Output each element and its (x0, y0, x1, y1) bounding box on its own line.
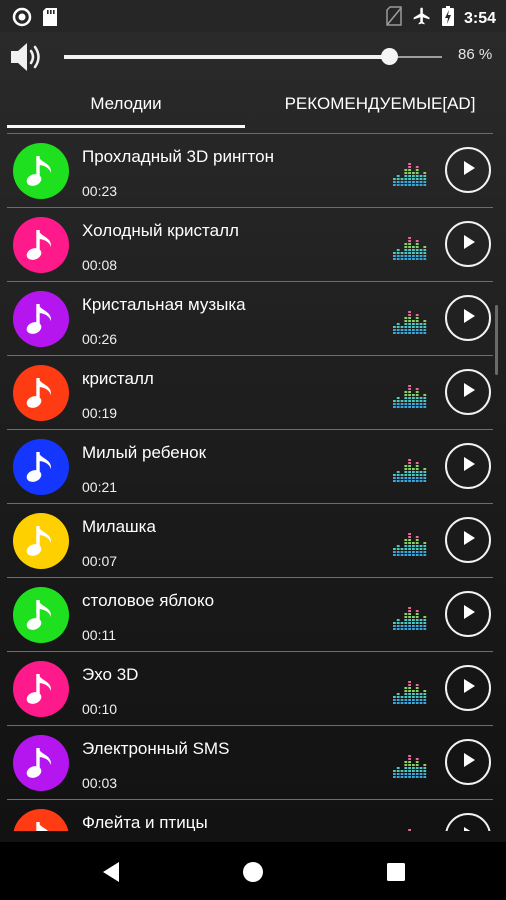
play-button[interactable] (445, 147, 491, 193)
ringtone-title: Кристальная музыка (82, 295, 246, 314)
music-note-icon (13, 217, 69, 273)
play-button[interactable] (445, 295, 491, 341)
volume-slider-thumb[interactable] (381, 48, 399, 65)
navigation-bar (0, 842, 506, 900)
ringtone-duration: 00:07 (82, 553, 118, 569)
list-item[interactable]: Холодный кристалл 00:08 (7, 208, 493, 282)
play-icon (459, 529, 477, 552)
play-button[interactable] (445, 591, 491, 637)
list-item[interactable]: Кристальная музыка 00:26 (7, 282, 493, 356)
music-note-icon (13, 809, 69, 831)
ringtone-title: столовое яблоко (82, 591, 215, 610)
music-note-icon (13, 587, 69, 643)
ringtone-title: Электронный SMS (82, 739, 230, 758)
play-icon (459, 603, 477, 626)
ringtone-duration: 00:19 (82, 405, 118, 421)
status-time: 3:54 (463, 9, 496, 27)
play-icon (459, 307, 477, 330)
play-icon (459, 233, 477, 256)
play-icon (459, 825, 477, 831)
back-icon[interactable] (98, 859, 124, 885)
ringtone-list[interactable]: Прохладный 3D рингтон 00:23 Холодный крист… (7, 133, 493, 831)
play-button[interactable] (445, 443, 491, 489)
ringtone-duration: 00:23 (82, 183, 118, 199)
tab-bar: Мелодии РЕКОМЕНДУЕМЫЕ[AD] (0, 82, 506, 128)
equalizer-icon (393, 380, 427, 413)
ringtone-title: кристалл (82, 369, 154, 388)
airplane-icon (412, 6, 432, 31)
ringtone-title: Прохладный 3D рингтон (82, 147, 274, 166)
battery-charging-icon (441, 6, 454, 31)
sd-card-icon (42, 7, 58, 32)
ringtone-duration: 00:03 (82, 775, 118, 791)
speaker-volume-icon[interactable] (8, 40, 46, 79)
equalizer-icon (393, 676, 427, 709)
play-icon (459, 677, 477, 700)
list-item[interactable]: Флейта и птицы (7, 800, 493, 831)
music-note-icon (13, 735, 69, 791)
music-note-icon (13, 513, 69, 569)
ringtone-duration: 00:08 (82, 257, 118, 273)
equalizer-icon (393, 824, 427, 831)
play-icon (459, 455, 477, 478)
music-note-icon (13, 143, 69, 199)
tab-recommended[interactable]: РЕКОМЕНДУЕМЫЕ[AD] (262, 82, 498, 128)
list-item[interactable]: Эхо 3D 00:10 (7, 652, 493, 726)
list-item[interactable]: Милый ребенок 00:21 (7, 430, 493, 504)
music-note-icon (13, 439, 69, 495)
ringtone-duration: 00:21 (82, 479, 118, 495)
recents-icon[interactable] (383, 859, 409, 885)
volume-slider[interactable] (64, 48, 442, 65)
play-button[interactable] (445, 369, 491, 415)
home-icon[interactable] (240, 859, 266, 885)
list-item[interactable]: Электронный SMS 00:03 (7, 726, 493, 800)
ringtone-title: Холодный кристалл (82, 221, 239, 240)
ringtone-duration: 00:10 (82, 701, 118, 717)
volume-slider-fill (64, 55, 390, 59)
music-note-icon (13, 291, 69, 347)
tab-indicator (7, 125, 245, 128)
equalizer-icon (393, 158, 427, 191)
play-button[interactable] (445, 665, 491, 711)
equalizer-icon (393, 528, 427, 561)
ringtone-title: Флейта и птицы (82, 813, 208, 831)
volume-percent: 86 % (458, 46, 493, 63)
equalizer-icon (393, 232, 427, 265)
play-icon (459, 381, 477, 404)
equalizer-icon (393, 750, 427, 783)
music-note-icon (13, 365, 69, 421)
play-icon (459, 159, 477, 182)
ringtone-title: Эхо 3D (82, 665, 139, 684)
list-item[interactable]: кристалл 00:19 (7, 356, 493, 430)
play-icon (459, 751, 477, 774)
ringtone-duration: 00:26 (82, 331, 118, 347)
play-button[interactable] (445, 517, 491, 563)
list-item[interactable]: Прохладный 3D рингтон 00:23 (7, 134, 493, 208)
equalizer-icon (393, 454, 427, 487)
status-bar: 3:54 (0, 0, 506, 32)
equalizer-icon (393, 306, 427, 339)
ringtone-title: Милашка (82, 517, 156, 536)
play-button[interactable] (445, 221, 491, 267)
scrollbar-thumb[interactable] (495, 305, 498, 375)
equalizer-icon (393, 602, 427, 635)
play-button[interactable] (445, 813, 491, 831)
no-sim-icon (386, 6, 402, 31)
volume-control: 86 % (0, 32, 506, 82)
notification-circle-icon (12, 7, 32, 32)
ringtone-title: Милый ребенок (82, 443, 207, 462)
list-item[interactable]: столовое яблоко 00:11 (7, 578, 493, 652)
tab-melodies[interactable]: Мелодии (7, 82, 245, 128)
play-button[interactable] (445, 739, 491, 785)
ringtone-duration: 00:11 (82, 627, 116, 643)
list-item[interactable]: Милашка 00:07 (7, 504, 493, 578)
music-note-icon (13, 661, 69, 717)
